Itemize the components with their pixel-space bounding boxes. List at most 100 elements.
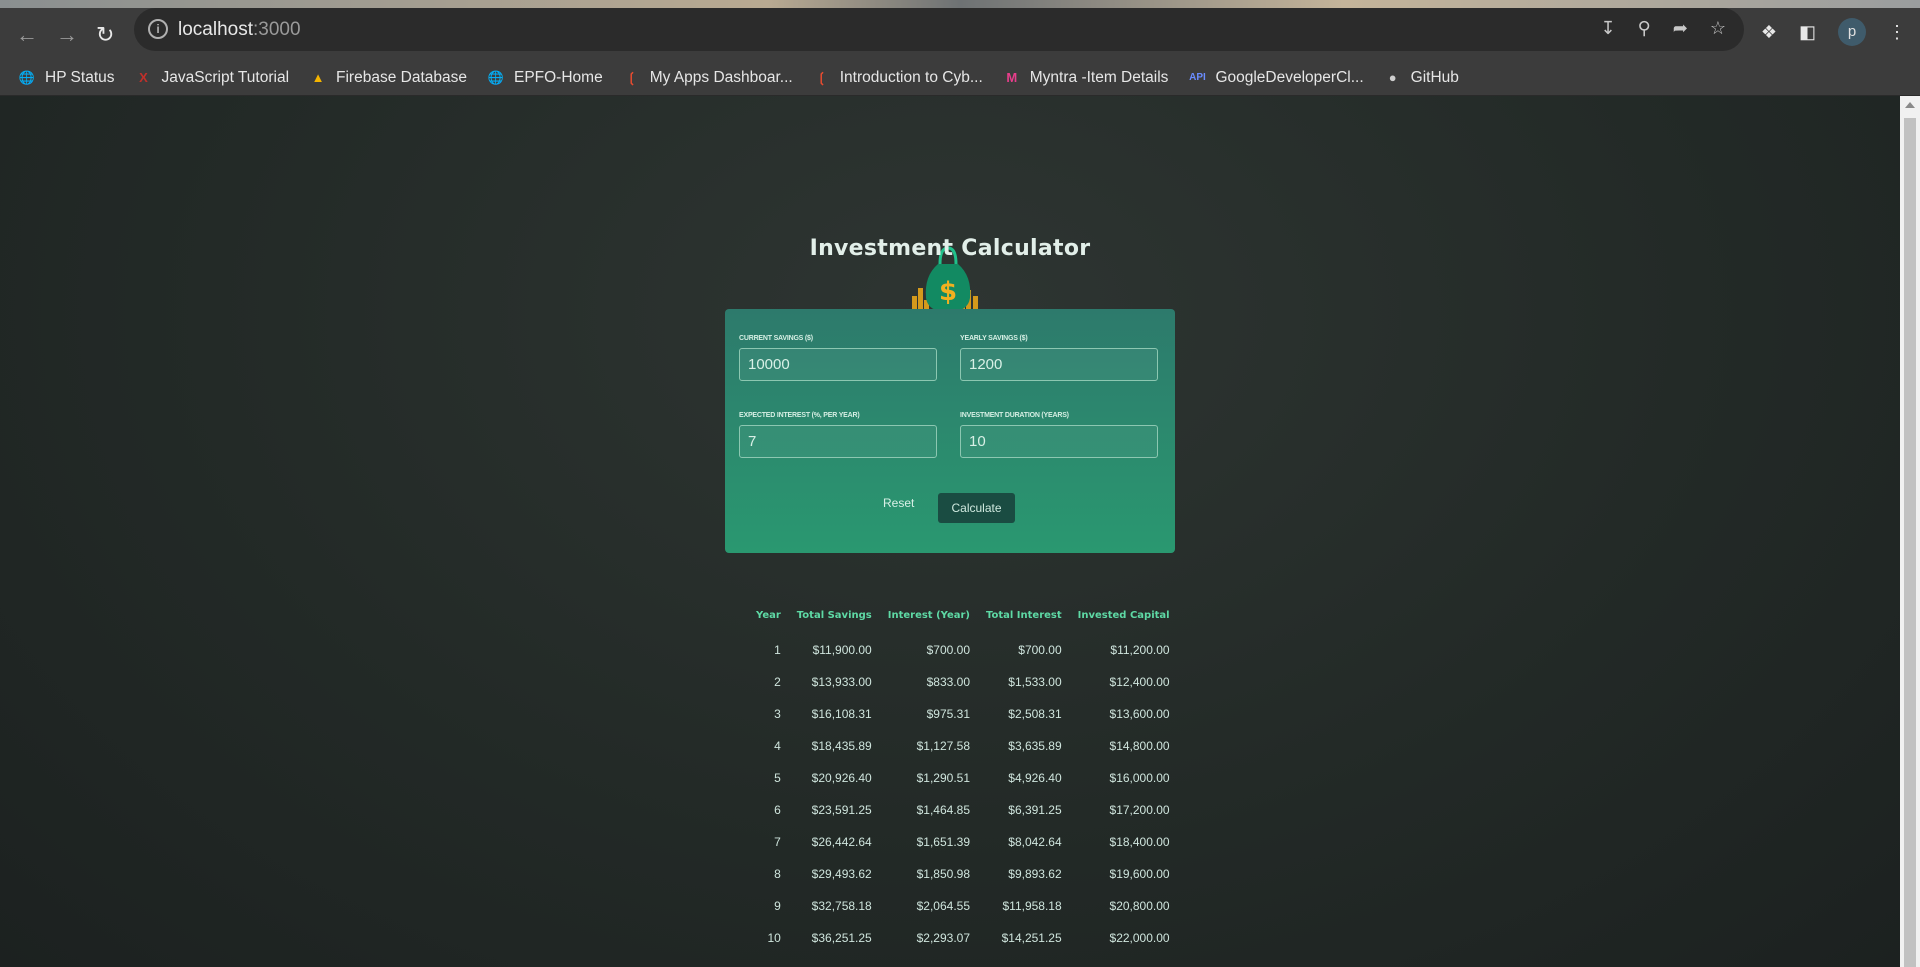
table-cell: $32,758.18 — [811, 899, 872, 913]
calculate-button[interactable]: Calculate — [938, 493, 1015, 523]
zoom-icon[interactable]: ⚲ — [1638, 18, 1651, 39]
current-savings-label: Current Savings ($) — [739, 335, 813, 342]
table-cell: 6 — [774, 803, 781, 817]
globe-icon: 🌐 — [18, 69, 36, 85]
expected-interest-input[interactable]: 7 — [739, 425, 937, 458]
table-cell: $11,200.00 — [1110, 643, 1170, 657]
table-cell: $17,200.00 — [1109, 803, 1170, 817]
bookmark-star-icon[interactable]: ☆ — [1710, 18, 1726, 39]
scroll-up-icon[interactable] — [1905, 102, 1915, 108]
table-row: 3 $16,108.31 $975.31 $2,508.31 $13,600.00 — [748, 698, 1178, 730]
table-cell: $9,893.62 — [1008, 867, 1062, 881]
column-header: Total Interest — [986, 609, 1062, 621]
table-cell: $4,926.40 — [1008, 771, 1062, 785]
forward-icon[interactable]: → — [56, 22, 78, 48]
myntra-icon: M — [1006, 69, 1018, 85]
table-cell: $6,391.25 — [1008, 803, 1062, 817]
table-cell: $2,508.31 — [1008, 707, 1062, 721]
scrollbar[interactable] — [1900, 96, 1920, 967]
back-icon[interactable]: ← — [16, 22, 38, 48]
table-cell: $12,400.00 — [1109, 675, 1170, 689]
table-row: 1 $11,900.00 $700.00 $700.00 $11,200.00 — [748, 634, 1178, 666]
bookmark-item[interactable]: ● GitHub — [1384, 69, 1459, 87]
bookmark-label: HP Status — [45, 68, 115, 86]
bookmark-item[interactable]: ❲ Introduction to Cyb... — [813, 68, 983, 87]
expected-interest-label: Expected Interest (%, per year) — [739, 412, 860, 419]
table-cell: $1,290.51 — [916, 771, 970, 785]
table-cell: $22,000.00 — [1109, 931, 1170, 945]
table-cell: 1 — [774, 643, 781, 657]
yearly-savings-field: Yearly Savings ($) 1200 — [960, 335, 1158, 381]
bookmark-item[interactable]: Χ JavaScript Tutorial — [135, 68, 290, 87]
table-cell: $16,108.31 — [811, 707, 872, 721]
menu-icon[interactable]: ⋮ — [1888, 22, 1906, 43]
table-cell: $833.00 — [926, 675, 970, 689]
bookmark-item[interactable]: ❲ My Apps Dashboar... — [623, 68, 793, 87]
address-bar[interactable]: i localhost:3000 ↧ ⚲ ➦ ☆ — [134, 8, 1744, 51]
bookmark-label: Introduction to Cyb... — [839, 68, 983, 86]
reload-icon[interactable]: ↻ — [96, 22, 114, 48]
table-row: 7 $26,442.64 $1,651.39 $8,042.64 $18,400.00 — [748, 826, 1178, 858]
table-cell: $1,850.98 — [916, 867, 970, 881]
globe-icon: 🌐 — [487, 69, 505, 85]
url-host: localhost — [178, 19, 253, 40]
yearly-savings-label: Yearly Savings ($) — [960, 335, 1028, 342]
bookmarks-bar: 🌐 HP Status Χ JavaScript Tutorial ▲ Firebase … — [0, 60, 1920, 96]
side-panel-icon[interactable]: ◧ — [1799, 22, 1816, 43]
url-text[interactable]: localhost:3000 — [178, 19, 301, 41]
table-cell: $975.31 — [926, 707, 970, 721]
duration-label: Investment Duration (years) — [960, 412, 1069, 419]
table-cell: $1,651.39 — [916, 835, 970, 849]
bookmark-item[interactable]: 🌐 EPFO-Home — [487, 69, 603, 87]
table-cell: $26,442.64 — [811, 835, 872, 849]
table-cell: 2 — [774, 675, 781, 689]
install-app-icon[interactable]: ↧ — [1600, 18, 1615, 39]
duration-input[interactable]: 10 — [960, 425, 1158, 458]
bookmark-item[interactable]: API GoogleDeveloperCl... — [1188, 68, 1364, 87]
reset-button[interactable]: Reset — [883, 496, 914, 510]
table-cell: $14,800.00 — [1109, 739, 1170, 753]
table-cell: $13,600.00 — [1109, 707, 1170, 721]
table-cell: $29,493.62 — [811, 867, 872, 881]
investment-form: Current Savings ($) 10000 Yearly Savings… — [725, 309, 1175, 553]
share-icon[interactable]: ➦ — [1673, 18, 1688, 39]
yearly-savings-input[interactable]: 1200 — [960, 348, 1158, 381]
bookmark-item[interactable]: ▲ Firebase Database — [309, 69, 467, 87]
table-cell: $700.00 — [926, 643, 970, 657]
bookmark-label: GoogleDeveloperCl... — [1215, 68, 1364, 86]
bookmark-label: My Apps Dashboar... — [649, 68, 793, 86]
extensions-icon[interactable]: ❖ — [1761, 22, 1777, 43]
table-row: 6 $23,591.25 $1,464.85 $6,391.25 $17,200.00 — [748, 794, 1178, 826]
table-cell: $36,251.25 — [811, 931, 872, 945]
bookmark-label: EPFO-Home — [513, 68, 603, 86]
table-row: 9 $32,758.18 $2,064.55 $11,958.18 $20,800.00 — [748, 890, 1178, 922]
bookmark-label: JavaScript Tutorial — [161, 68, 290, 86]
scrollbar-thumb[interactable] — [1904, 118, 1916, 967]
column-header: Year — [756, 609, 781, 621]
expected-interest-field: Expected Interest (%, per year) 7 — [739, 412, 937, 458]
profile-avatar[interactable]: p — [1838, 18, 1866, 46]
site-info-icon[interactable]: i — [148, 19, 168, 39]
bookmark-item[interactable]: 🌐 HP Status — [18, 69, 115, 87]
column-header: Invested Capital — [1077, 609, 1170, 621]
table-cell: $18,400.00 — [1109, 835, 1170, 849]
bookmark-label: Firebase Database — [336, 68, 467, 86]
api-icon: API — [1189, 71, 1206, 83]
bookmark-label: Myntra -Item Details — [1029, 68, 1169, 86]
table-cell: $23,591.25 — [811, 803, 872, 817]
table-row: 10 $36,251.25 $2,293.07 $14,251.25 $22,000.0… — [748, 922, 1178, 954]
table-cell: $19,600.00 — [1109, 867, 1170, 881]
table-cell: $2,293.07 — [916, 931, 970, 945]
table-cell: $18,435.89 — [811, 739, 872, 753]
github-icon: ● — [1388, 69, 1397, 85]
browser-toolbar: ← → ↻ i localhost:3000 ↧ ⚲ ➦ ☆ ❖ ◧ p ⋮ — [0, 8, 1920, 60]
table-row: 2 $13,933.00 $833.00 $1,533.00 $12,400.00 — [748, 666, 1178, 698]
bookmark-item[interactable]: M Myntra -Item Details — [1003, 68, 1169, 87]
table-row: 5 $20,926.40 $1,290.51 $4,926.40 $16,000.00 — [748, 762, 1178, 794]
page-content: $ Investment Calculator Current Savings … — [0, 96, 1900, 967]
javascript-tutorial-icon: Χ — [139, 69, 148, 85]
current-savings-input[interactable]: 10000 — [739, 348, 937, 381]
window-frame — [0, 0, 1920, 8]
column-header: Interest (Year) — [887, 609, 970, 621]
table-cell: $700.00 — [1018, 643, 1062, 657]
